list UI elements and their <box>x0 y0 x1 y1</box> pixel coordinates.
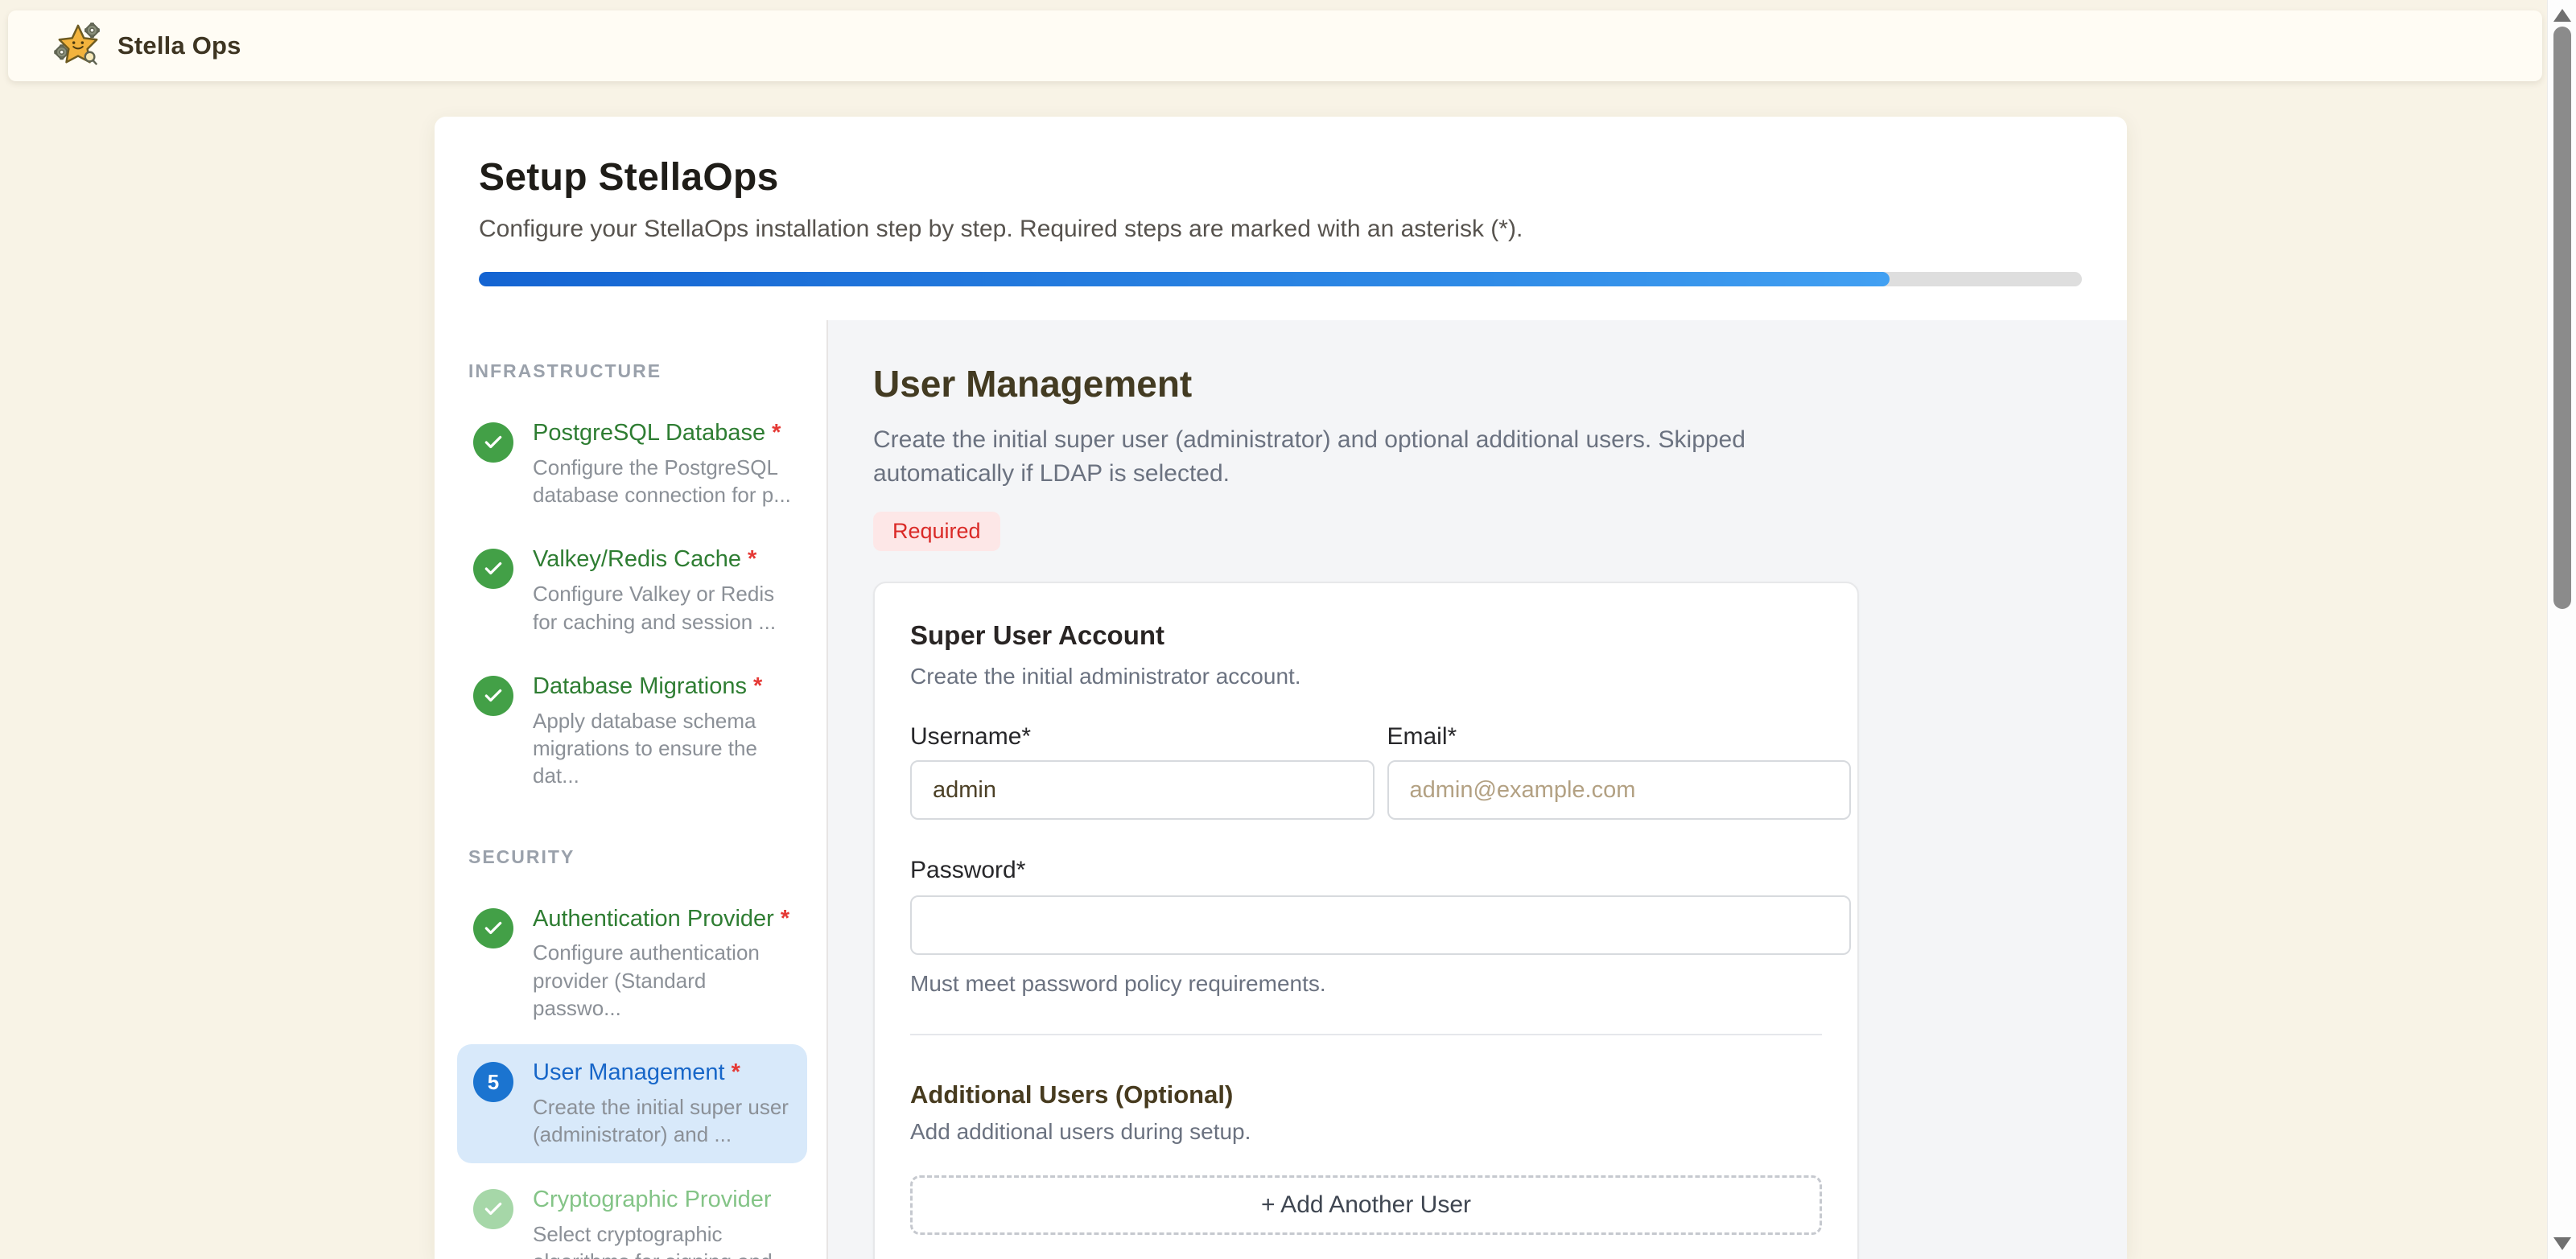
scrollbar-thumb[interactable] <box>2553 27 2571 609</box>
step-description: Configure Valkey or Redis for caching an… <box>533 580 791 636</box>
check-icon <box>483 1199 504 1220</box>
check-icon <box>483 432 504 453</box>
sidebar-item-user-management[interactable]: 5 User Management * Create the initial su… <box>457 1044 807 1162</box>
check-icon <box>483 685 504 706</box>
step-title: Valkey/Redis Cache <box>533 546 741 572</box>
required-asterisk: * <box>732 1059 740 1085</box>
required-asterisk: * <box>781 906 789 932</box>
required-badge: Required <box>873 512 1000 551</box>
page-title: User Management <box>873 362 2127 405</box>
step-description: Create the initial super user (administr… <box>533 1093 791 1149</box>
step-description: Configure the PostgreSQL database connec… <box>533 454 791 509</box>
setup-progress-bar <box>479 272 2082 286</box>
username-field[interactable] <box>910 760 1375 820</box>
scrollbar-down-arrow-icon[interactable] <box>2553 1237 2571 1250</box>
card-title: Super User Account <box>910 620 1822 651</box>
additional-users-title: Additional Users (Optional) <box>910 1080 1822 1109</box>
app-header: Stella Ops <box>8 10 2542 81</box>
super-user-account-card: Super User Account Create the initial ad… <box>873 582 1859 1259</box>
step-number-badge: 5 <box>473 1062 513 1102</box>
email-label: Email* <box>1387 723 1852 751</box>
step-title: Cryptographic Provider <box>533 1187 772 1212</box>
check-icon <box>483 558 504 579</box>
required-asterisk: * <box>772 420 781 446</box>
step-done-badge <box>473 549 513 589</box>
section-label-infrastructure: INFRASTRUCTURE <box>468 360 807 382</box>
step-done-badge <box>473 908 513 948</box>
additional-users-subtitle: Add additional users during setup. <box>910 1119 1822 1145</box>
step-content-panel: User Management Create the initial super… <box>828 320 2127 1259</box>
wizard-steps-sidebar: INFRASTRUCTURE PostgreSQL Database * Conf… <box>435 320 828 1259</box>
username-label: Username* <box>910 723 1375 751</box>
step-title: Database Migrations <box>533 673 747 699</box>
step-done-badge <box>473 1189 513 1229</box>
wizard-header: Setup StellaOps Configure your StellaOps… <box>435 117 2127 320</box>
sidebar-item-authentication-provider[interactable]: Authentication Provider * Configure authe… <box>457 891 807 1037</box>
sidebar-item-postgresql-database[interactable]: PostgreSQL Database * Configure the Postg… <box>457 405 807 523</box>
section-divider <box>910 1034 1822 1035</box>
step-description: Configure authentication provider (Stand… <box>533 939 791 1022</box>
setup-progress-fill <box>479 272 1890 286</box>
setup-wizard-card: Setup StellaOps Configure your StellaOps… <box>435 117 2127 1259</box>
password-label: Password* <box>910 857 1822 884</box>
step-title: Authentication Provider <box>533 906 774 932</box>
step-done-badge <box>473 676 513 716</box>
step-done-badge <box>473 422 513 463</box>
password-field[interactable] <box>910 895 1851 955</box>
add-another-user-button[interactable]: + Add Another User <box>910 1175 1822 1235</box>
required-asterisk: * <box>748 546 756 572</box>
step-description: Select cryptographic algorithms for sign… <box>533 1220 791 1259</box>
password-hint: Must meet password policy requirements. <box>910 971 1822 997</box>
required-asterisk: * <box>753 673 762 699</box>
brand-name: Stella Ops <box>117 31 241 60</box>
sidebar-item-cryptographic-provider[interactable]: Cryptographic Provider Select cryptograp… <box>457 1171 807 1259</box>
vertical-scrollbar[interactable] <box>2547 0 2576 1259</box>
wizard-subtitle: Configure your StellaOps installation st… <box>479 216 2082 243</box>
card-subtitle: Create the initial administrator account… <box>910 664 1822 689</box>
sidebar-item-valkey-redis-cache[interactable]: Valkey/Redis Cache * Configure Valkey or … <box>457 531 807 649</box>
email-field[interactable] <box>1387 760 1852 820</box>
page-description: Create the initial super user (administr… <box>873 423 1750 491</box>
stellaops-logo-icon <box>53 21 103 71</box>
sidebar-item-database-migrations[interactable]: Database Migrations* Apply database sche… <box>457 658 807 804</box>
step-title: User Management <box>533 1059 725 1085</box>
step-description: Apply database schema migrations to ensu… <box>533 707 791 790</box>
wizard-title: Setup StellaOps <box>479 155 2082 200</box>
check-icon <box>483 918 504 939</box>
step-title: PostgreSQL Database <box>533 420 765 446</box>
section-label-security: SECURITY <box>468 846 807 868</box>
scrollbar-up-arrow-icon[interactable] <box>2553 9 2571 22</box>
